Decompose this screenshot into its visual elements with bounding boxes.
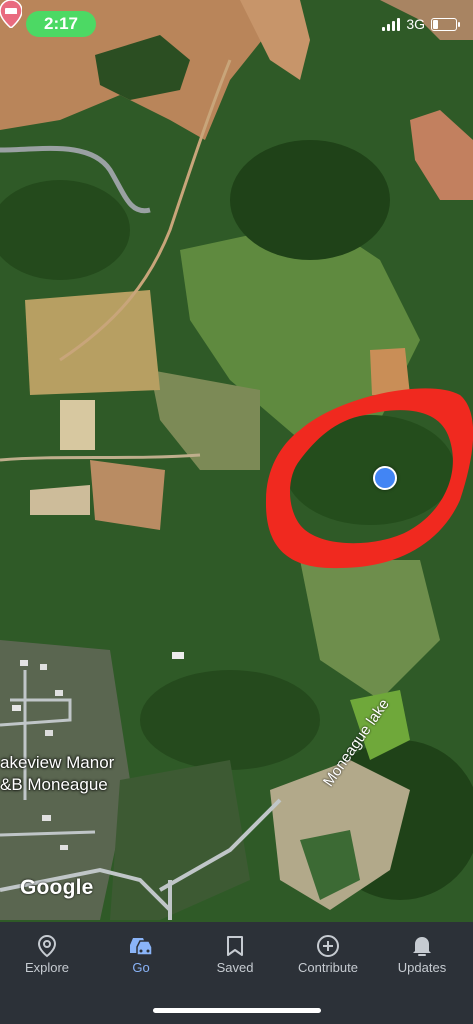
hotel-pin-icon[interactable] <box>0 0 22 28</box>
nav-contribute-label: Contribute <box>298 960 358 975</box>
satellite-map[interactable]: akeview Manor &B Moneague Moneague lake … <box>0 0 473 922</box>
bell-icon <box>375 932 469 960</box>
bookmark-icon <box>188 932 282 960</box>
battery-icon <box>431 17 460 31</box>
location-pin-icon <box>0 932 94 960</box>
nav-explore-label: Explore <box>24 960 70 975</box>
poi-label-line1[interactable]: akeview Manor <box>0 753 114 773</box>
poi-label-line2[interactable]: &B Moneague <box>0 775 108 795</box>
nav-contribute[interactable]: Contribute <box>281 932 375 975</box>
nav-explore[interactable]: Explore <box>0 932 94 975</box>
nav-updates-label: Updates <box>397 960 447 975</box>
signal-bars-icon <box>382 17 401 31</box>
current-location-dot <box>373 466 397 490</box>
car-icon <box>94 932 188 960</box>
google-attribution: Google <box>20 876 94 899</box>
nav-saved-label: Saved <box>216 960 254 975</box>
nav-saved[interactable]: Saved <box>188 932 282 975</box>
plus-circle-icon <box>281 932 375 960</box>
nav-updates[interactable]: Updates <box>375 932 469 975</box>
status-indicators: 3G <box>382 14 460 34</box>
home-indicator[interactable] <box>153 1008 321 1013</box>
network-type: 3G <box>406 16 425 32</box>
nav-go[interactable]: Go <box>94 932 188 975</box>
nav-go-label: Go <box>132 960 150 975</box>
status-time[interactable]: 2:17 <box>26 11 96 37</box>
